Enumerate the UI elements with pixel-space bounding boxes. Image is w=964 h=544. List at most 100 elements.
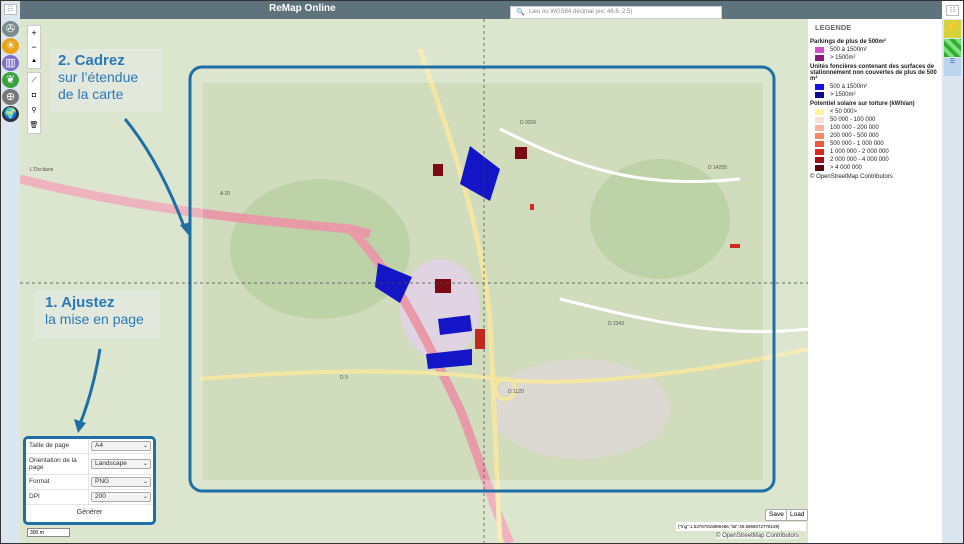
legend-item-label: 100 000 - 200 000 [830,124,879,131]
legend-swatch [815,140,824,147]
legend-item: 500 à 1500m² [815,46,940,53]
legend-swatch [815,116,824,123]
print-option-label: DPI [26,490,89,504]
wind-turbine-icon[interactable]: ✇ [2,21,19,37]
map-label: D 14255 [708,165,727,171]
legend-item-label: 200 000 - 500 000 [830,132,879,139]
scale-bar: 300 m [27,528,70,537]
callout-layout-title: 1. Ajustez [45,294,115,311]
roof-mid [730,244,740,248]
chevron-down-icon: ⌄ [142,443,148,449]
north-arrow-button[interactable]: ▲ [28,54,40,68]
legend-item-label: < 50 000> [830,108,858,115]
coordinates-readout: {"lng":1.53787915980486,"lat":45.5858072… [676,522,806,531]
legend-swatch [815,132,824,139]
legend-item: < 50 000> [815,108,940,115]
legend-section: Parkings de plus de 500m² 500 à 1500m² > 1… [810,39,940,61]
generate-button[interactable]: Générer [26,505,153,516]
trash-icon[interactable]: 🗑 [28,118,40,133]
square-icon[interactable]: ◘ [28,88,40,103]
search-placeholder: Lieu ou WGS84 décimal (ex: 46.6, 2.5) [529,9,633,15]
map-label: L'Occitane [30,167,54,173]
legend-item: 100 000 - 200 000 [815,124,940,131]
legend-swatch [815,108,824,115]
print-option-row: DPI 200 ⌄ [26,490,153,505]
left-menu-button[interactable]: ☷ [4,4,17,15]
print-option-select[interactable]: PNG ⌄ [91,477,151,487]
print-option-label: Format [26,475,89,489]
legend-item-label: 2 000 000 - 4 000 000 [830,156,889,163]
legend-section-title: Unités foncières contenant des surfaces … [810,64,937,82]
callout-layout: 1. Ajustez la mise en page [35,290,160,338]
app-title: ReMap Online [269,3,336,14]
line-icon[interactable]: ⟋ [28,73,40,88]
globe-icon[interactable]: 🌍 [2,106,19,122]
print-option-select[interactable]: Landscape ⌄ [91,459,151,469]
legend-toggle-icon[interactable]: ☰ [944,58,961,76]
chevron-down-icon: ⌄ [142,479,148,485]
left-toolbar: ✇ ☀ ▥ ❦ ⊕ 🌍 [1,1,20,543]
marker-icon[interactable]: ⚲ [28,103,40,118]
legend-item-label: 500 000 - 1 000 000 [830,140,884,147]
zoom-controls: + − ▲ [27,25,41,69]
right-menu-button[interactable]: ☷ [946,5,959,16]
legend-item: 500 à 1500m² [815,83,940,90]
roof-high [433,164,443,176]
roof-high [435,279,451,293]
print-option-value: Landscape [95,460,127,467]
legend-section-title: Potentiel solaire sur toiture (kWh/an) [810,101,915,107]
callout-frame: 2. Cadrez sur l’étendue de la carte [50,49,162,112]
load-button[interactable]: Load [786,509,809,521]
zoom-out-button[interactable]: − [28,40,40,54]
print-option-select[interactable]: A4 ⌄ [91,441,151,451]
legend-section-title: Parkings de plus de 500m² [810,39,886,45]
search-input[interactable]: 🔍 Lieu ou WGS84 décimal (ex: 46.6, 2.5) [510,6,722,19]
roof-mid [530,204,534,210]
forest-area [590,159,730,279]
residential-area [490,359,670,459]
legend-swatch [815,124,824,131]
roof-high [515,147,527,159]
land-layer-icon[interactable] [944,39,961,57]
print-panel: Taille de page A4 ⌄ Orientation de la page L… [23,436,156,525]
legend-item-label: > 4 000 000 [830,164,862,171]
city-icon[interactable]: ▥ [2,55,19,71]
legend-attribution: © OpenStreetMap Contributors [810,174,893,180]
print-option-row: Orientation de la page Landscape ⌄ [26,454,153,475]
chevron-down-icon: ⌄ [142,461,148,467]
legend-item: 1 000 000 - 2 000 000 [815,148,940,155]
map-attribution: © OpenStreetMap Contributors [716,533,799,539]
roof-mid [475,329,485,349]
legend-swatch [815,164,824,171]
print-option-label: Orientation de la page [26,454,89,474]
legend-section: Unités foncières contenant des surfaces … [810,64,940,98]
legend-item: > 1500m² [815,91,940,98]
print-option-select[interactable]: 200 ⌄ [91,492,151,502]
legend-item: 50 000 - 100 000 [815,116,940,123]
print-option-value: A4 [95,442,103,449]
legend-item-label: 500 à 1500m² [830,46,868,53]
legend-title: LEGENDE [815,23,852,32]
legend-item: > 1500m² [815,54,940,61]
legend-swatch [815,46,824,53]
legend-swatch [815,83,824,90]
legend-item: 200 000 - 500 000 [815,132,940,139]
leaf-icon[interactable]: ❦ [2,72,19,88]
header-bar: ReMap Online 🔍 Lieu ou WGS84 décimal (ex:… [20,1,942,19]
callout-frame-line1: sur l’étendue [58,69,139,85]
solar-layer-icon[interactable]: ⚡ [944,20,961,38]
print-option-value: 200 [95,493,106,500]
map-label: D 2343 [608,321,624,327]
legend-item-label: 500 à 1500m² [830,83,868,90]
map-label: D 1120 [508,389,524,395]
callout-frame-line2: de la carte [58,86,124,102]
legend-swatch [815,54,824,61]
sun-icon[interactable]: ☀ [2,38,19,54]
chevron-down-icon: ⌄ [142,494,148,500]
zoom-in-button[interactable]: + [28,26,40,40]
legend-swatch [815,156,824,163]
print-option-label: Taille de page [26,439,89,453]
callout-frame-title: 2. Cadrez [58,52,125,69]
save-button[interactable]: Save [765,509,788,521]
grid-globe-icon[interactable]: ⊕ [2,89,19,105]
